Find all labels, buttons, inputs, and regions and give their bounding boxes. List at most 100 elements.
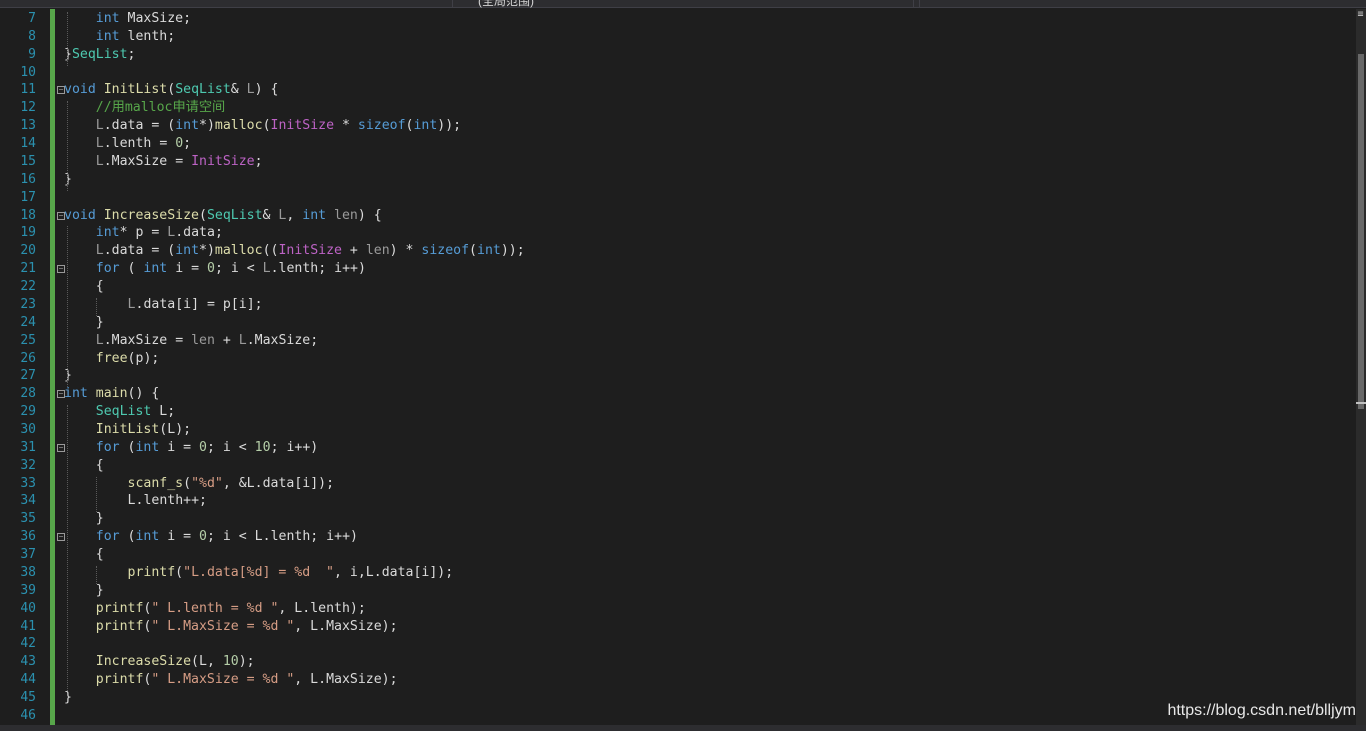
- code-line[interactable]: 22 {: [0, 278, 1350, 296]
- code-line[interactable]: 18− void IncreaseSize(SeqList& L, int len…: [0, 207, 1350, 225]
- code-line[interactable]: 12 //用malloc申请空间: [0, 99, 1350, 117]
- code-line[interactable]: 41 printf(" L.MaxSize = %d ", L.MaxSize)…: [0, 618, 1350, 636]
- line-number: 25: [20, 332, 36, 348]
- code-line[interactable]: 30 InitList(L);: [0, 421, 1350, 439]
- code-line[interactable]: 14 L.lenth = 0;: [0, 135, 1350, 153]
- code-line[interactable]: 11− void InitList(SeqList& L) {: [0, 81, 1350, 99]
- line-number: 37: [20, 547, 36, 563]
- code-line[interactable]: 24 }: [0, 314, 1350, 332]
- line-number: 42: [20, 636, 36, 652]
- code-text[interactable]: //用malloc申请空间: [64, 99, 225, 117]
- code-text[interactable]: for ( int i = 0; i < L.lenth; i++): [64, 260, 366, 278]
- code-line[interactable]: 31− for (int i = 0; i < 10; i++): [0, 439, 1350, 457]
- code-line[interactable]: 36− for (int i = 0; i < L.lenth; i++): [0, 528, 1350, 546]
- code-text[interactable]: L.MaxSize = len + L.MaxSize;: [64, 332, 318, 350]
- code-text[interactable]: }: [64, 582, 104, 600]
- code-line[interactable]: 32 {: [0, 457, 1350, 475]
- code-line[interactable]: 28− int main() {: [0, 385, 1350, 403]
- code-line[interactable]: 42: [0, 635, 1350, 653]
- code-text[interactable]: L.data = (int*)malloc((InitSize + len) *…: [64, 242, 525, 260]
- code-editor[interactable]: 7 int MaxSize; 8 int lenth; 9}SeqList; 10 11…: [0, 9, 1356, 725]
- indent-guide: [96, 565, 97, 584]
- code-text[interactable]: for (int i = 0; i < L.lenth; i++): [64, 528, 358, 546]
- code-text[interactable]: int* p = L.data;: [64, 224, 223, 242]
- code-text[interactable]: int main() {: [64, 385, 159, 403]
- code-line[interactable]: 15 L.MaxSize = InitSize;: [0, 153, 1350, 171]
- code-line[interactable]: 33 scanf_s("%d", &L.data[i]);: [0, 475, 1350, 493]
- code-text[interactable]: }: [64, 314, 104, 332]
- code-text[interactable]: printf(" L.MaxSize = %d ", L.MaxSize);: [64, 618, 398, 636]
- line-number: 20: [20, 243, 36, 259]
- code-line[interactable]: 20 L.data = (int*)malloc((InitSize + len…: [0, 242, 1350, 260]
- code-line[interactable]: 37 {: [0, 546, 1350, 564]
- code-line[interactable]: 8 int lenth;: [0, 28, 1350, 46]
- code-text[interactable]: L.MaxSize = InitSize;: [64, 153, 263, 171]
- code-text[interactable]: SeqList L;: [64, 403, 175, 421]
- code-line[interactable]: 46: [0, 707, 1350, 725]
- code-line[interactable]: 16}: [0, 171, 1350, 189]
- code-line[interactable]: 38 printf("L.data[%d] = %d ", i,L.data[i…: [0, 564, 1350, 582]
- code-text[interactable]: printf(" L.lenth = %d ", L.lenth);: [64, 600, 366, 618]
- code-text[interactable]: {: [64, 278, 104, 296]
- code-text[interactable]: printf(" L.MaxSize = %d ", L.MaxSize);: [64, 671, 398, 689]
- code-line[interactable]: 40 printf(" L.lenth = %d ", L.lenth);: [0, 600, 1350, 618]
- scroll-thumb[interactable]: [1358, 54, 1364, 409]
- line-number: 15: [20, 153, 36, 169]
- line-number: 10: [20, 64, 36, 80]
- code-text[interactable]: }: [64, 510, 104, 528]
- code-line[interactable]: 13 L.data = (int*)malloc(InitSize * size…: [0, 117, 1350, 135]
- code-text[interactable]: int lenth;: [64, 28, 175, 46]
- code-line[interactable]: 26 free(p);: [0, 350, 1350, 368]
- code-line[interactable]: 17: [0, 189, 1350, 207]
- code-line[interactable]: 45}: [0, 689, 1350, 707]
- line-number: 43: [20, 654, 36, 670]
- code-text[interactable]: for (int i = 0; i < 10; i++): [64, 439, 318, 457]
- code-text[interactable]: }SeqList;: [64, 46, 135, 64]
- line-number: 45: [20, 690, 36, 706]
- code-line[interactable]: 39 }: [0, 582, 1350, 600]
- code-line[interactable]: 43 IncreaseSize(L, 10);: [0, 653, 1350, 671]
- line-number: 40: [20, 600, 36, 616]
- code-line[interactable]: 21− for ( int i = 0; i < L.lenth; i++): [0, 260, 1350, 278]
- code-line[interactable]: 10: [0, 64, 1350, 82]
- indent-guide: [67, 12, 68, 66]
- code-line[interactable]: 7 int MaxSize;: [0, 10, 1350, 28]
- code-line[interactable]: 19 int* p = L.data;: [0, 224, 1350, 242]
- code-line[interactable]: 23 L.data[i] = p[i];: [0, 296, 1350, 314]
- line-number: 32: [20, 457, 36, 473]
- code-line[interactable]: 29 SeqList L;: [0, 403, 1350, 421]
- change-tracking-margin: [50, 9, 55, 725]
- vertical-scrollbar[interactable]: [1356, 9, 1366, 725]
- code-text[interactable]: }: [64, 689, 72, 707]
- code-text[interactable]: L.data[i] = p[i];: [64, 296, 263, 314]
- code-line[interactable]: 27}: [0, 367, 1350, 385]
- code-text[interactable]: void IncreaseSize(SeqList& L, int len) {: [64, 207, 382, 225]
- tab-separator: [919, 0, 920, 8]
- line-number: 16: [20, 171, 36, 187]
- code-text[interactable]: IncreaseSize(L, 10);: [64, 653, 255, 671]
- code-line[interactable]: 44 printf(" L.MaxSize = %d ", L.MaxSize)…: [0, 671, 1350, 689]
- code-text[interactable]: void InitList(SeqList& L) {: [64, 81, 278, 99]
- code-line[interactable]: 34 L.lenth++;: [0, 492, 1350, 510]
- line-number: 44: [20, 672, 36, 688]
- code-text[interactable]: printf("L.data[%d] = %d ", i,L.data[i]);: [64, 564, 454, 582]
- scope-dropdown-label[interactable]: (全局范围): [478, 0, 534, 9]
- line-number: 46: [20, 707, 36, 723]
- code-text[interactable]: InitList(L);: [64, 421, 191, 439]
- code-text[interactable]: {: [64, 546, 104, 564]
- code-text[interactable]: {: [64, 457, 104, 475]
- line-number: 26: [20, 350, 36, 366]
- code-text[interactable]: L.lenth++;: [64, 492, 207, 510]
- code-text[interactable]: L.lenth = 0;: [64, 135, 191, 153]
- code-line[interactable]: 35 }: [0, 510, 1350, 528]
- code-line[interactable]: 9}SeqList;: [0, 46, 1350, 64]
- split-menu-icon[interactable]: ≡: [1356, 10, 1365, 20]
- code-text[interactable]: scanf_s("%d", &L.data[i]);: [64, 475, 335, 493]
- code-text[interactable]: int MaxSize;: [64, 10, 191, 28]
- line-number: 18: [20, 207, 36, 223]
- code-text[interactable]: L.data = (int*)malloc(InitSize * sizeof(…: [64, 117, 461, 135]
- code-text[interactable]: free(p);: [64, 350, 160, 368]
- code-line[interactable]: 25 L.MaxSize = len + L.MaxSize;: [0, 332, 1350, 350]
- line-number: 36: [20, 529, 36, 545]
- line-number: 41: [20, 618, 36, 634]
